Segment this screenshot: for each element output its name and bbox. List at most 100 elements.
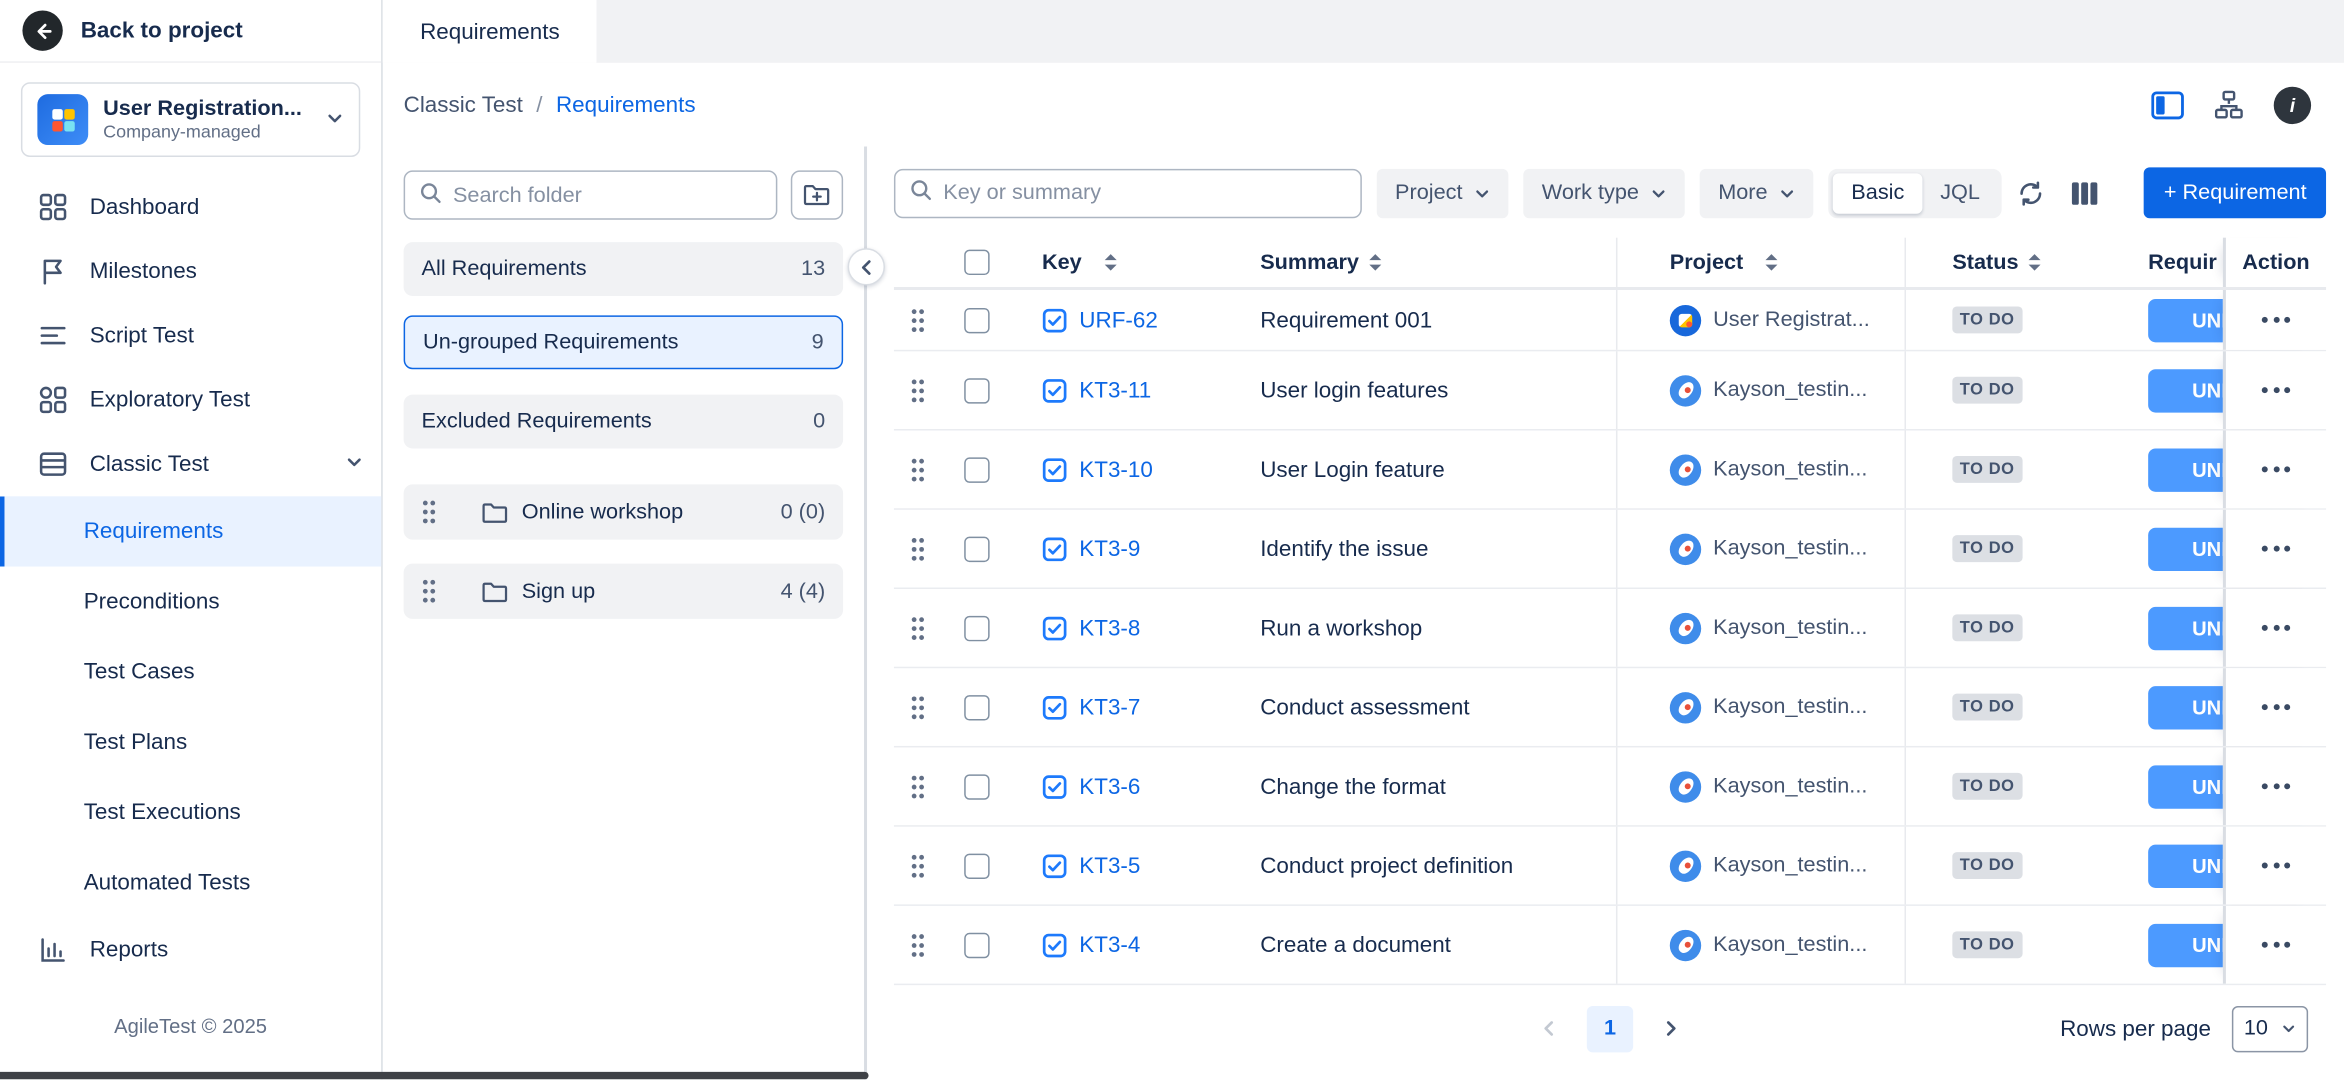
header-summary[interactable]: Summary — [1248, 238, 1617, 287]
row-checkbox[interactable] — [942, 747, 1011, 825]
row-actions-button[interactable] — [2256, 616, 2296, 640]
row-actions-button[interactable] — [2256, 457, 2296, 481]
back-to-project-button[interactable]: Back to project — [0, 0, 381, 63]
sidebar-item-milestones[interactable]: Milestones — [0, 239, 381, 303]
requirement-status-button[interactable]: UNK — [2148, 765, 2223, 808]
row-drag-handle[interactable] — [894, 589, 942, 667]
drag-handle-icon[interactable] — [422, 499, 437, 524]
issue-key-link[interactable]: KT3-4 — [1079, 932, 1140, 957]
row-drag-handle[interactable] — [894, 668, 942, 746]
sidebar-item-test-executions[interactable]: Test Executions — [0, 777, 381, 847]
columns-button[interactable] — [2071, 180, 2099, 205]
sidebar-item-test-cases[interactable]: Test Cases — [0, 637, 381, 707]
summary-cell[interactable]: User login features — [1248, 351, 1617, 429]
back-arrow-icon[interactable] — [22, 10, 62, 50]
mode-basic-button[interactable]: Basic — [1833, 173, 1922, 213]
folder-search-input[interactable] — [453, 183, 762, 207]
info-button[interactable]: i — [2274, 86, 2311, 123]
row-checkbox[interactable] — [942, 906, 1011, 984]
folder-group-all-requirements[interactable]: All Requirements 13 — [404, 242, 843, 296]
select-all-checkbox[interactable] — [942, 238, 1011, 287]
issue-key-link[interactable]: KT3-10 — [1079, 457, 1153, 482]
issue-key-link[interactable]: KT3-6 — [1079, 774, 1140, 799]
row-checkbox[interactable] — [942, 589, 1011, 667]
row-checkbox[interactable] — [942, 351, 1011, 429]
row-drag-handle[interactable] — [894, 747, 942, 825]
breadcrumb-parent[interactable]: Classic Test — [404, 92, 523, 117]
folder-group-ungrouped-requirements[interactable]: Un-grouped Requirements 9 — [404, 315, 843, 369]
sort-icon[interactable] — [2029, 255, 2041, 271]
header-requirement-status[interactable]: Requir — [2130, 238, 2223, 287]
issue-key-link[interactable]: URF-62 — [1079, 307, 1158, 332]
row-actions-button[interactable] — [2256, 378, 2296, 402]
header-status[interactable]: Status — [1906, 238, 2130, 287]
row-actions-button[interactable] — [2256, 695, 2296, 719]
chevron-down-icon[interactable] — [345, 451, 363, 476]
row-drag-handle[interactable] — [894, 290, 942, 350]
row-checkbox[interactable] — [942, 510, 1011, 588]
panel-view-button[interactable] — [2151, 90, 2184, 118]
refresh-button[interactable] — [2017, 179, 2045, 207]
summary-cell[interactable]: Conduct project definition — [1248, 827, 1617, 905]
issue-key-link[interactable]: KT3-11 — [1079, 377, 1151, 402]
sort-icon[interactable] — [1369, 255, 1381, 271]
add-folder-button[interactable] — [791, 170, 843, 219]
collapse-panel-button[interactable] — [848, 248, 885, 285]
rows-per-page-select[interactable]: 10 — [2232, 1005, 2308, 1051]
drag-handle-icon[interactable] — [422, 579, 437, 604]
sidebar-item-automated-tests[interactable]: Automated Tests — [0, 848, 381, 918]
row-actions-button[interactable] — [2256, 537, 2296, 561]
header-project[interactable]: Project — [1617, 238, 1906, 287]
summary-cell[interactable]: Identify the issue — [1248, 510, 1617, 588]
requirement-status-button[interactable]: UNK — [2148, 606, 2223, 649]
summary-cell[interactable]: Conduct assessment — [1248, 668, 1617, 746]
row-actions-button[interactable] — [2256, 854, 2296, 878]
row-drag-handle[interactable] — [894, 431, 942, 509]
sidebar-item-exploratory-test[interactable]: Exploratory Test — [0, 368, 381, 432]
row-checkbox[interactable] — [942, 827, 1011, 905]
sort-icon[interactable] — [1766, 255, 1778, 271]
requirement-status-button[interactable]: UNK — [2148, 368, 2223, 411]
sidebar-item-classic-test[interactable]: Classic Test — [0, 432, 381, 496]
row-drag-handle[interactable] — [894, 351, 942, 429]
requirement-status-button[interactable]: UNK — [2148, 844, 2223, 887]
sort-icon[interactable] — [1104, 255, 1116, 271]
row-drag-handle[interactable] — [894, 827, 942, 905]
folder-item-sign-up[interactable]: Sign up 4 (4) — [404, 564, 843, 619]
requirement-status-button[interactable]: UNK — [2148, 527, 2223, 570]
issue-key-link[interactable]: KT3-8 — [1079, 615, 1140, 640]
summary-cell[interactable]: Run a workshop — [1248, 589, 1617, 667]
row-checkbox[interactable] — [942, 290, 1011, 350]
previous-page-button[interactable] — [1526, 1005, 1572, 1051]
row-drag-handle[interactable] — [894, 906, 942, 984]
issue-key-link[interactable]: KT3-5 — [1079, 853, 1140, 878]
row-checkbox[interactable] — [942, 431, 1011, 509]
summary-cell[interactable]: Create a document — [1248, 906, 1617, 984]
breadcrumb-current[interactable]: Requirements — [556, 92, 696, 117]
summary-cell[interactable]: User Login feature — [1248, 431, 1617, 509]
issue-key-link[interactable]: KT3-7 — [1079, 694, 1140, 719]
more-filter-button[interactable]: More — [1700, 168, 1814, 217]
requirement-status-button[interactable]: UNK — [2148, 298, 2223, 341]
summary-cell[interactable]: Change the format — [1248, 747, 1617, 825]
row-drag-handle[interactable] — [894, 510, 942, 588]
tab-requirements[interactable]: Requirements — [383, 0, 597, 63]
next-page-button[interactable] — [1648, 1005, 1694, 1051]
row-actions-button[interactable] — [2256, 933, 2296, 957]
issue-key-link[interactable]: KT3-9 — [1079, 536, 1140, 561]
sidebar-item-preconditions[interactable]: Preconditions — [0, 567, 381, 637]
add-requirement-button[interactable]: + Requirement — [2144, 167, 2326, 218]
project-selector[interactable]: User Registration... Company-managed — [21, 82, 360, 157]
requirement-status-button[interactable]: UNK — [2148, 448, 2223, 491]
requirement-status-button[interactable]: UNK — [2148, 685, 2223, 728]
page-1-button[interactable]: 1 — [1587, 1005, 1633, 1051]
project-filter-button[interactable]: Project — [1377, 168, 1509, 217]
requirement-status-button[interactable]: UNK — [2148, 923, 2223, 966]
sidebar-item-test-plans[interactable]: Test Plans — [0, 707, 381, 777]
row-actions-button[interactable] — [2256, 308, 2296, 332]
header-key[interactable]: Key — [1011, 238, 1249, 287]
horizontal-scrollbar-thumb[interactable] — [0, 1072, 869, 1079]
folder-item-online-workshop[interactable]: Online workshop 0 (0) — [404, 484, 843, 539]
sidebar-item-requirements[interactable]: Requirements — [0, 496, 381, 566]
row-actions-button[interactable] — [2256, 774, 2296, 798]
